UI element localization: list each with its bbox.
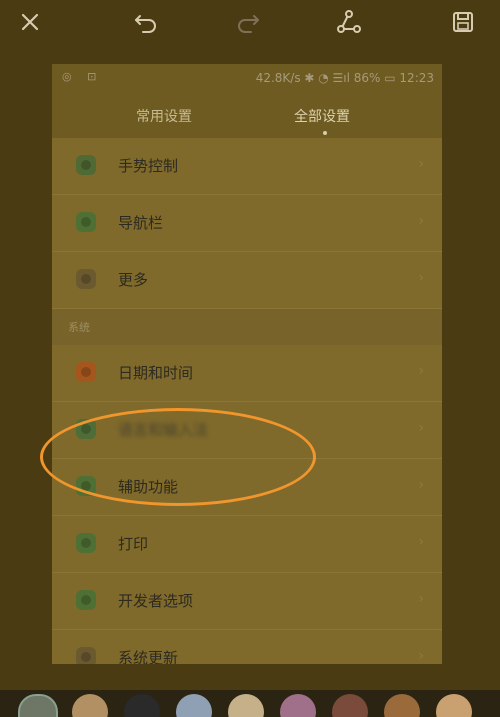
filter-thumbnail[interactable] <box>332 694 368 717</box>
settings-row-developer[interactable]: 开发者选项 › <box>52 573 442 630</box>
filter-thumbnail[interactable] <box>384 694 420 717</box>
tab-common-settings[interactable]: 常用设置 <box>136 106 192 126</box>
update-icon <box>76 647 96 664</box>
row-label: 日期和时间 <box>118 364 194 382</box>
clock-icon <box>76 362 96 382</box>
redo-icon[interactable] <box>230 4 266 40</box>
settings-row-gestures[interactable]: 手势控制 › <box>52 138 442 195</box>
status-left-icons: ◎ ⊡ <box>62 70 103 83</box>
filter-strip <box>0 690 500 717</box>
highlight-ellipse <box>40 408 316 506</box>
filter-thumbnail[interactable] <box>72 694 108 717</box>
editor-toolbar <box>0 0 500 44</box>
filter-thumbnail[interactable] <box>436 694 472 717</box>
row-label: 更多 <box>118 271 149 289</box>
status-right-info: 42.8K/s ✱ ◔ ☰ıl 86% ▭ 12:23 <box>255 71 434 85</box>
chevron-right-icon: › <box>418 156 424 172</box>
active-tab-indicator <box>323 131 327 135</box>
more-icon <box>76 269 96 289</box>
developer-icon <box>76 590 96 610</box>
settings-tabs: 常用设置 全部设置 <box>52 92 442 138</box>
navbar-icon <box>76 212 96 232</box>
status-bar: ◎ ⊡ 42.8K/s ✱ ◔ ☰ıl 86% ▭ 12:23 <box>52 64 442 92</box>
settings-row-navbar[interactable]: 导航栏 › <box>52 195 442 252</box>
settings-row-date-time[interactable]: 日期和时间 › <box>52 345 442 402</box>
section-header-system: 系统 <box>52 309 442 345</box>
chevron-right-icon: › <box>418 648 424 664</box>
filter-thumbnail[interactable] <box>280 694 316 717</box>
row-label: 开发者选项 <box>118 592 194 610</box>
chevron-right-icon: › <box>418 213 424 229</box>
settings-row-print[interactable]: 打印 › <box>52 516 442 573</box>
row-label: 手势控制 <box>118 157 179 175</box>
section-label: 系统 <box>68 321 90 334</box>
row-label: 打印 <box>118 535 149 553</box>
chevron-right-icon: › <box>418 363 424 379</box>
close-icon[interactable] <box>12 4 48 40</box>
filter-thumbnail[interactable] <box>124 694 160 717</box>
settings-row-more[interactable]: 更多 › <box>52 252 442 309</box>
share-icon[interactable] <box>331 4 367 40</box>
filter-thumbnail-selected[interactable] <box>18 694 58 717</box>
phone-screenshot: ◎ ⊡ 42.8K/s ✱ ◔ ☰ıl 86% ▭ 12:23 常用设置 全部设… <box>52 64 442 664</box>
gesture-icon <box>76 155 96 175</box>
chevron-right-icon: › <box>418 270 424 286</box>
chevron-right-icon: › <box>418 420 424 436</box>
undo-icon[interactable] <box>128 4 164 40</box>
filter-thumbnail[interactable] <box>228 694 264 717</box>
filter-thumbnail[interactable] <box>176 694 212 717</box>
chevron-right-icon: › <box>418 534 424 550</box>
settings-row-system-update[interactable]: 系统更新 › <box>52 630 442 664</box>
save-icon[interactable] <box>445 4 481 40</box>
print-icon <box>76 533 96 553</box>
row-label: 系统更新 <box>118 649 179 664</box>
row-label: 导航栏 <box>118 214 164 232</box>
chevron-right-icon: › <box>418 591 424 607</box>
chevron-right-icon: › <box>418 477 424 493</box>
tab-all-settings[interactable]: 全部设置 <box>294 106 350 126</box>
